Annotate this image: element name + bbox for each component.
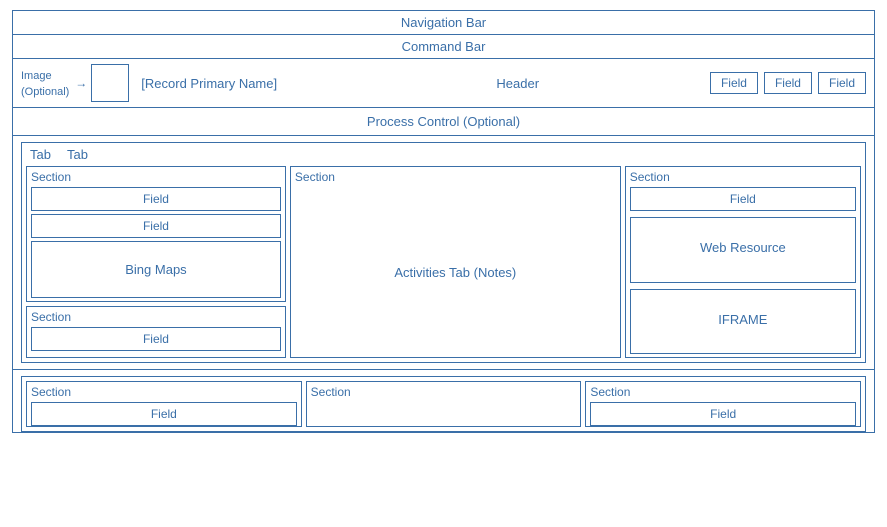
left-section-2-label: Section — [31, 310, 281, 324]
header-fields: Field Field Field — [710, 72, 866, 94]
bing-maps: Bing Maps — [31, 241, 281, 298]
bottom-col-1-section: Section — [31, 385, 297, 399]
right-field-1: Field — [630, 187, 856, 211]
bottom-col-1-field: Field — [31, 402, 297, 426]
header-field-2: Field — [764, 72, 812, 94]
middle-column: Section Activities Tab (Notes) — [290, 166, 621, 358]
right-section: Section Field Web Resource IFRAME — [625, 166, 861, 358]
tab-2[interactable]: Tab — [67, 147, 88, 162]
bottom-sections: Section Field Section Section Field — [13, 370, 874, 432]
process-control: Process Control (Optional) — [13, 108, 874, 136]
navigation-bar: Navigation Bar — [13, 11, 874, 35]
tabs-row: Tab Tab — [26, 147, 861, 166]
left-section-1-label: Section — [31, 170, 281, 184]
bottom-col-3: Section Field — [585, 381, 861, 427]
bottom-col-3-field: Field — [590, 402, 856, 426]
header-field-3: Field — [818, 72, 866, 94]
header-field-1: Field — [710, 72, 758, 94]
bottom-col-1: Section Field — [26, 381, 302, 427]
record-primary-name: [Record Primary Name] — [137, 76, 325, 91]
left-field-2: Field — [31, 214, 281, 238]
activities-tab-notes: Activities Tab (Notes) — [291, 187, 620, 357]
image-placeholder — [91, 64, 129, 102]
middle-section-label: Section — [291, 167, 620, 187]
bottom-col-2: Section — [306, 381, 582, 427]
three-column-layout: Section Field Field Bing Maps Section Fi… — [26, 166, 861, 358]
web-resource: Web Resource — [630, 217, 856, 283]
image-optional-label: Image (Optional) — [21, 70, 69, 98]
header-row: Image (Optional) → [Record Primary Name]… — [13, 59, 874, 108]
arrow-icon: → — [75, 76, 87, 90]
command-bar: Command Bar — [13, 35, 874, 59]
bottom-row: Section Field Section Section Field — [21, 376, 866, 432]
left-section-2: Section Field — [26, 306, 286, 358]
tab-1[interactable]: Tab — [30, 147, 51, 162]
left-section-1: Section Field Field Bing Maps — [26, 166, 286, 302]
bottom-col-3-section: Section — [590, 385, 856, 399]
right-column: Section Field Web Resource IFRAME — [625, 166, 861, 358]
left-field-3: Field — [31, 327, 281, 351]
header-label: Header — [334, 76, 702, 91]
left-column: Section Field Field Bing Maps Section Fi… — [26, 166, 286, 358]
right-section-label: Section — [630, 170, 856, 184]
iframe: IFRAME — [630, 289, 856, 355]
left-field-1: Field — [31, 187, 281, 211]
main-content-area: Tab Tab Section Field Field Bing Maps — [13, 136, 874, 370]
bottom-col-2-section: Section — [311, 385, 577, 399]
tab-container: Tab Tab Section Field Field Bing Maps — [21, 142, 866, 363]
activities-section: Section Activities Tab (Notes) — [290, 166, 621, 358]
